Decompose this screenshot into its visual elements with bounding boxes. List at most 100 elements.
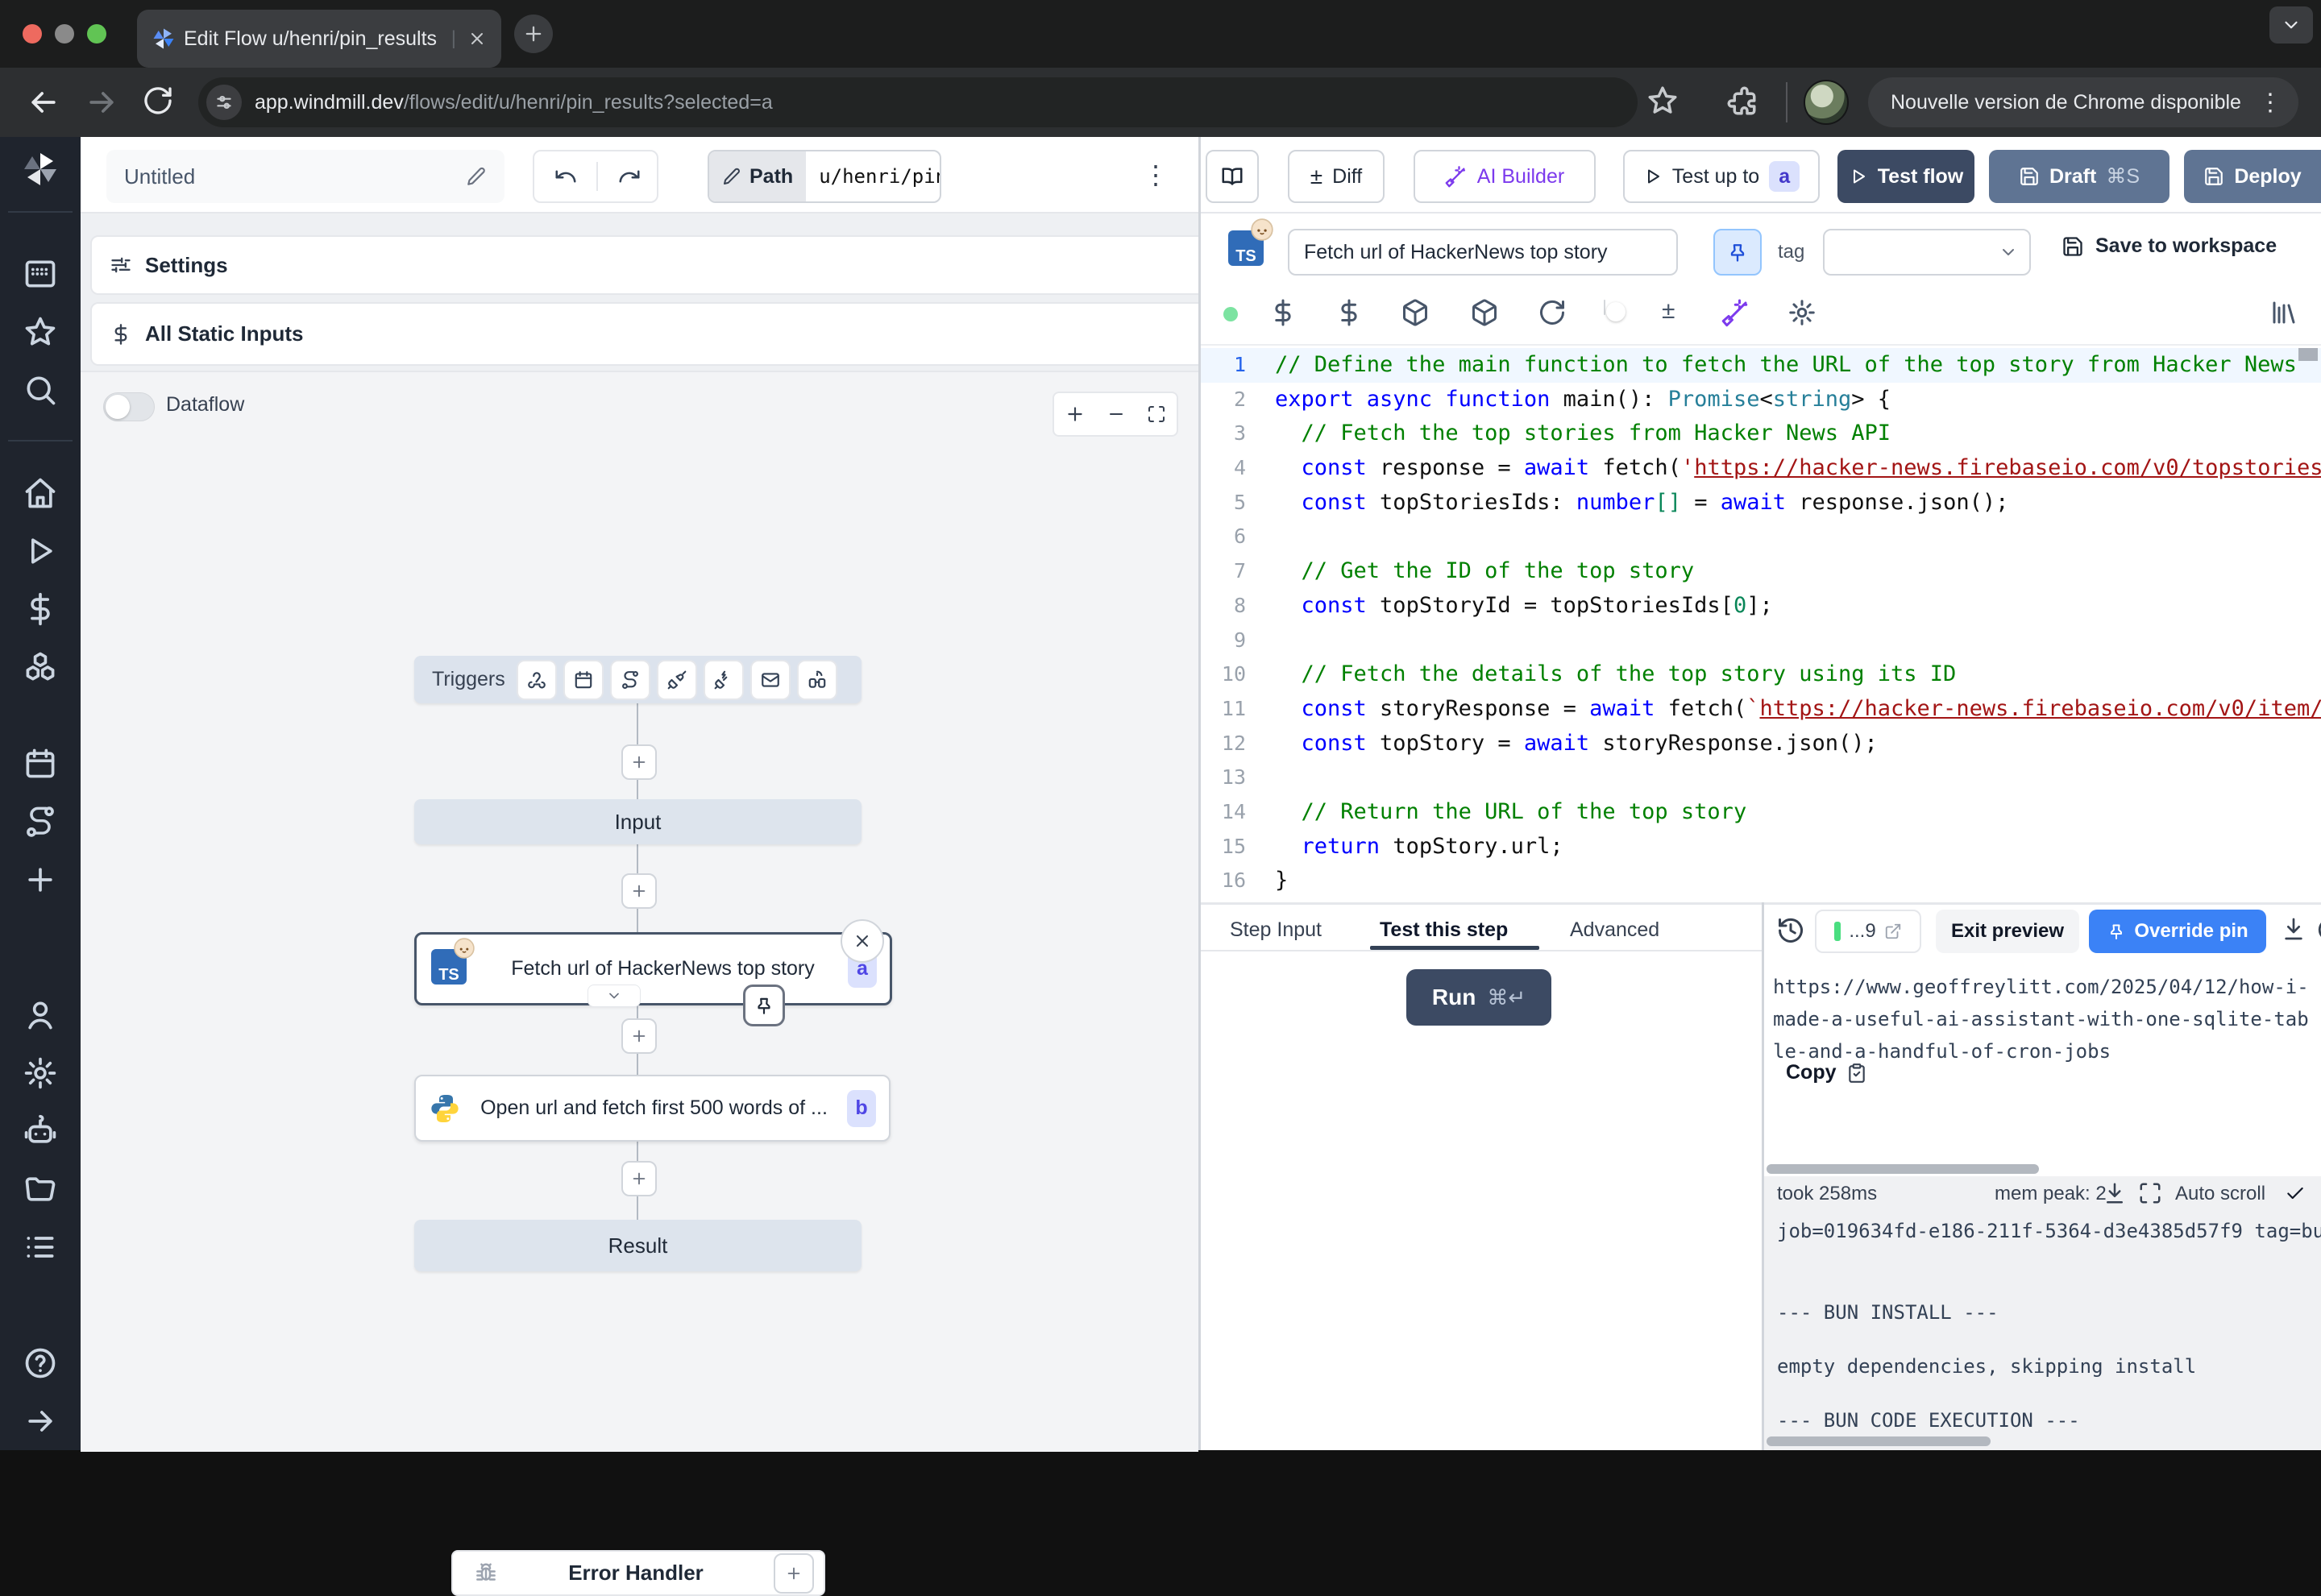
email-icon[interactable]	[750, 660, 791, 700]
code-line[interactable]: 1// Define the main function to fetch th…	[1201, 348, 2321, 383]
editor-settings-gear-button[interactable]	[1787, 298, 1817, 327]
remove-step-button[interactable]	[841, 919, 884, 963]
code-line[interactable]: 3 // Fetch the top stories from Hacker N…	[1201, 417, 2321, 451]
tab-step-input[interactable]: Step Input	[1230, 918, 1322, 942]
websocket-icon[interactable]	[657, 660, 697, 700]
profile-avatar[interactable]	[1804, 80, 1849, 125]
tab-search-chevron-button[interactable]	[2269, 6, 2313, 44]
poll-icon[interactable]	[797, 660, 837, 700]
editor-scrollbar[interactable]	[2298, 348, 2318, 361]
undo-button[interactable]	[534, 162, 598, 191]
browser-tab[interactable]: Edit Flow u/henri/pin_results |	[137, 10, 501, 68]
override-pin-button[interactable]: Override pin	[2089, 910, 2266, 953]
favorites-star-icon[interactable]	[23, 314, 58, 350]
runs-play-icon[interactable]	[23, 533, 58, 569]
external-link-icon[interactable]	[1884, 922, 1902, 940]
code-line[interactable]: 9	[1201, 624, 2321, 658]
library-button[interactable]	[2269, 298, 2298, 327]
check-icon[interactable]	[2285, 1183, 2306, 1204]
log-hscrollbar-bottom[interactable]	[1767, 1436, 1991, 1446]
deploy-button[interactable]: Deploy	[2184, 150, 2321, 203]
error-handler-node[interactable]: Error Handler	[451, 1550, 825, 1596]
forward-button[interactable]	[84, 85, 119, 120]
code-line[interactable]: 11 const storyResponse = await fetch(`ht…	[1201, 692, 2321, 727]
code-line[interactable]: 8 const topStoryId = topStoriesIds[0];	[1201, 589, 2321, 624]
download-logs-button[interactable]	[2103, 1181, 2127, 1205]
test-flow-button[interactable]: Test flow	[1837, 150, 1974, 203]
kafka-icon[interactable]	[704, 660, 744, 700]
site-settings-icon[interactable]	[206, 85, 242, 120]
flow-name-field[interactable]: Untitled	[106, 150, 504, 203]
windmill-logo[interactable]	[21, 150, 60, 189]
add-step-button[interactable]	[621, 1161, 657, 1196]
help-icon[interactable]	[23, 1345, 58, 1381]
add-resource-button[interactable]	[1335, 298, 1364, 327]
add-step-button[interactable]	[621, 744, 657, 780]
schedules-calendar-icon[interactable]	[23, 746, 58, 781]
step-node-b[interactable]: Open url and fetch first 500 words of ..…	[414, 1075, 891, 1142]
flow-canvas[interactable]: Dataflow Triggers Input TS	[81, 371, 1198, 1452]
exit-preview-button[interactable]: Exit preview	[1936, 910, 2079, 953]
code-line[interactable]: 4 const response = await fetch('https://…	[1201, 451, 2321, 486]
ai-builder-button[interactable]: AI Builder	[1414, 150, 1596, 203]
search-icon[interactable]	[23, 372, 58, 408]
tag-select[interactable]	[1823, 229, 2031, 276]
expand-arrow-icon[interactable]	[23, 1403, 58, 1439]
new-tab-button[interactable]	[514, 15, 553, 53]
code-line[interactable]: 15 return topStory.url;	[1201, 830, 2321, 864]
route-icon[interactable]	[610, 660, 650, 700]
zoom-in-button[interactable]	[1065, 404, 1086, 425]
log-panel[interactable]: took 258ms mem peak: 2 Auto scroll job=0…	[1764, 1176, 2321, 1450]
add-variable-button[interactable]	[1268, 298, 1298, 327]
code-line[interactable]: 13	[1201, 761, 2321, 795]
close-window-button[interactable]	[23, 24, 42, 44]
log-hscrollbar[interactable]	[1767, 1164, 2039, 1174]
result-node[interactable]: Result	[414, 1220, 862, 1271]
routes-icon[interactable]	[23, 804, 58, 839]
create-plus-icon[interactable]	[23, 862, 58, 897]
code-line[interactable]: 10 // Fetch the details of the top story…	[1201, 657, 2321, 692]
code-line[interactable]: 2export async function main(): Promise<s…	[1201, 383, 2321, 417]
app-grid-icon[interactable]	[23, 256, 58, 292]
kebab-menu-icon[interactable]: ⋮	[2258, 89, 2282, 117]
audit-list-icon[interactable]	[23, 1229, 58, 1265]
zoom-window-button[interactable]	[87, 24, 106, 44]
worker-robot-icon[interactable]	[23, 1113, 58, 1149]
test-up-to-step-badge[interactable]: a	[1769, 161, 1800, 192]
diff-toggle-button[interactable]: ±	[1662, 297, 1675, 325]
static-inputs-row[interactable]: All Static Inputs	[90, 302, 1210, 366]
run-button[interactable]: Run ⌘↵	[1406, 969, 1551, 1026]
tab-test-this-step[interactable]: Test this step	[1380, 918, 1508, 942]
step-title-input[interactable]: Fetch url of HackerNews top story	[1288, 229, 1678, 276]
collapse-node-chevron[interactable]	[588, 985, 641, 1007]
code-line[interactable]: 16}	[1201, 864, 2321, 898]
pinned-result-indicator[interactable]	[743, 985, 785, 1026]
expand-logs-button[interactable]	[2138, 1181, 2162, 1205]
chrome-update-button[interactable]: Nouvelle version de Chrome disponible ⋮	[1868, 77, 2298, 127]
code-line[interactable]: 5 const topStoriesIds: number[] = await …	[1201, 486, 2321, 520]
settings-gear-icon[interactable]	[23, 1055, 58, 1091]
dataflow-toggle[interactable]	[103, 392, 155, 421]
code-line[interactable]: 6	[1201, 520, 2321, 554]
minimize-window-button[interactable]	[55, 24, 74, 44]
result-value[interactable]: https://www.geoffreylitt.com/2025/04/12/…	[1773, 971, 2318, 1067]
step-node-a[interactable]: TS Fetch url of HackerNews top story a	[414, 932, 892, 1005]
variables-dollar-icon[interactable]	[23, 591, 58, 627]
info-button[interactable]	[2316, 916, 2321, 943]
code-line[interactable]: 14 // Return the URL of the top story	[1201, 795, 2321, 830]
reset-button[interactable]	[1538, 298, 1567, 327]
flow-settings-row[interactable]: Settings	[90, 235, 1210, 295]
tab-advanced[interactable]: Advanced	[1570, 918, 1659, 942]
folder-icon[interactable]	[23, 1171, 58, 1207]
test-up-to-button[interactable]: Test up to a	[1623, 150, 1820, 203]
url-bar[interactable]: app.windmill.dev/flows/edit/u/henri/pin_…	[198, 77, 1638, 127]
redo-button[interactable]	[598, 162, 660, 191]
extensions-icon[interactable]	[1725, 84, 1758, 118]
add-step-button[interactable]	[621, 1018, 657, 1054]
pencil-icon[interactable]	[466, 166, 487, 187]
input-node[interactable]: Input	[414, 799, 862, 844]
back-button[interactable]	[26, 85, 61, 120]
schedule-icon[interactable]	[563, 660, 604, 700]
add-error-handler-button[interactable]	[774, 1553, 814, 1594]
code-editor[interactable]: 1// Define the main function to fetch th…	[1201, 348, 2321, 902]
